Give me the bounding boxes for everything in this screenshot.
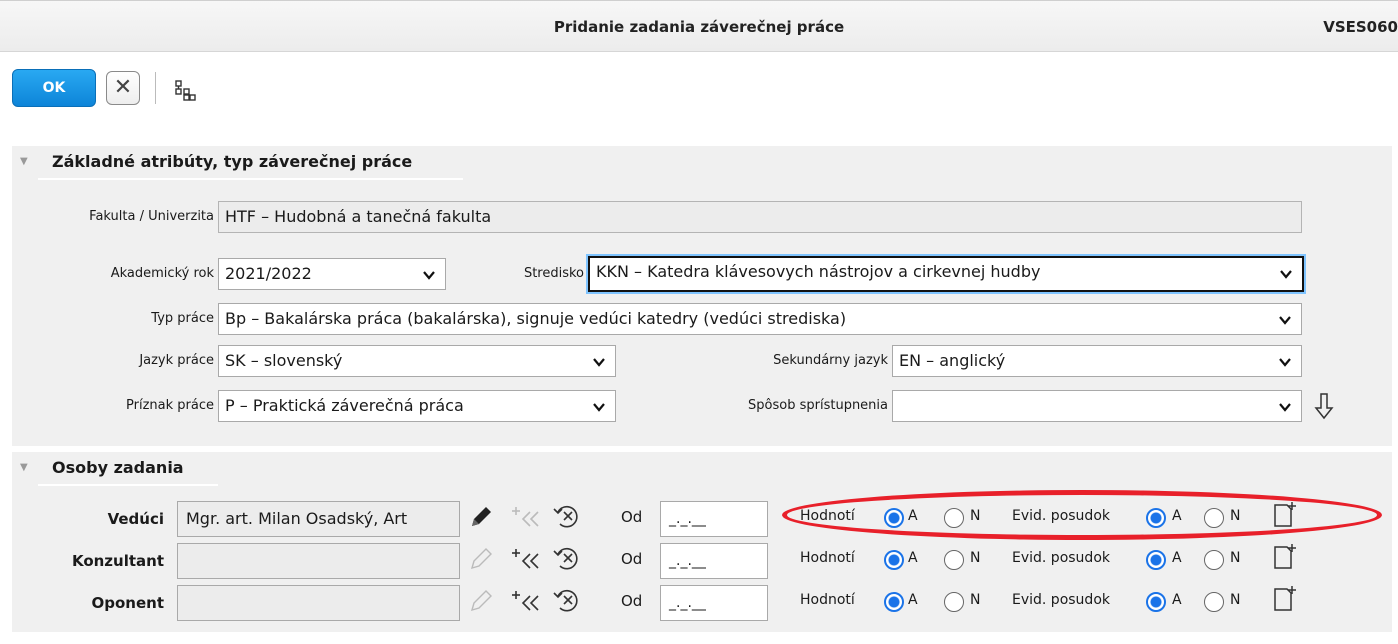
section-title-underline (38, 178, 463, 180)
evid-label: Evid. posudok (1012, 592, 1110, 608)
section-title: Základné atribúty, typ záverečnej práce (52, 152, 413, 171)
new-document-icon[interactable] (1270, 542, 1300, 572)
chevron-down-icon (1279, 316, 1291, 325)
oponent-label: Oponent (91, 594, 165, 612)
radio-label-n: N (970, 550, 981, 566)
section-title-underline (38, 484, 218, 486)
pencil-edit-icon[interactable] (468, 504, 494, 530)
ok-button[interactable]: OK (12, 69, 96, 107)
section-basic-attributes: ▼ Základné atribúty, typ záverečnej prác… (12, 146, 1392, 446)
pencil-edit-icon[interactable] (468, 588, 494, 614)
hodnoti-label: Hodnotí (800, 592, 855, 608)
radio-label-n: N (970, 592, 981, 608)
arrow-down-icon[interactable] (1314, 392, 1334, 420)
radio-label-a: A (908, 550, 918, 566)
typ-select[interactable]: Bp – Bakalárska práca (bakalárska), sign… (218, 303, 1302, 335)
radio-label-a: A (1172, 550, 1182, 566)
hodnoti-label: Hodnotí (800, 550, 855, 566)
od-date-input[interactable]: _._.__ (660, 585, 768, 621)
fakulta-label: Fakulta / Univerzita (89, 209, 214, 224)
chevron-down-icon (1280, 270, 1292, 279)
stredisko-select[interactable]: KKN – Katedra klávesovych nástrojov a ci… (588, 256, 1304, 292)
add-back-icon[interactable] (510, 546, 544, 572)
pencil-edit-icon[interactable] (468, 546, 494, 572)
od-label: Od (621, 550, 643, 568)
rok-label: Akademický rok (110, 266, 214, 281)
hodnoti-radio-n[interactable] (944, 592, 964, 612)
remove-undo-icon[interactable] (552, 502, 582, 530)
evid-label: Evid. posudok (1012, 550, 1110, 566)
window-code: VSES060 (1323, 18, 1398, 36)
priznak-select[interactable]: P – Praktická záverečná práca (218, 390, 616, 422)
sposob-select[interactable] (892, 390, 1302, 422)
highlight-ellipse (782, 490, 1382, 540)
typ-label: Typ práce (151, 311, 214, 326)
radio-label-a: A (1172, 592, 1182, 608)
stredisko-value: KKN – Katedra klávesovych nástrojov a ci… (596, 262, 1041, 281)
collapse-triangle-icon[interactable]: ▼ (20, 462, 28, 473)
evid-radio-a[interactable] (1146, 550, 1166, 570)
rok-select[interactable]: 2021/2022 (218, 258, 446, 290)
oponent-field (177, 585, 460, 621)
od-label: Od (621, 592, 643, 610)
remove-undo-icon[interactable] (552, 586, 582, 614)
toolbar-separator (155, 72, 156, 104)
remove-undo-icon[interactable] (552, 544, 582, 572)
chevron-down-icon (1279, 358, 1291, 367)
radio-label-a: A (908, 592, 918, 608)
hodnoti-radio-a[interactable] (884, 550, 904, 570)
fakulta-field: HTF – Hudobná a tanečná fakulta (218, 201, 1302, 233)
chevron-down-icon (593, 358, 605, 367)
hodnoti-radio-a[interactable] (884, 592, 904, 612)
section-title: Osoby zadania (52, 458, 184, 477)
radio-label-n: N (1230, 550, 1241, 566)
title-bar: Pridanie zadania záverečnej práce VSES06… (0, 0, 1398, 52)
jazyk-select[interactable]: SK – slovenský (218, 345, 616, 377)
rok-value: 2021/2022 (225, 264, 312, 283)
od-date-input[interactable]: _._.__ (660, 543, 768, 579)
chevron-down-icon (1279, 403, 1291, 412)
konzultant-field (177, 543, 460, 579)
evid-radio-n[interactable] (1204, 592, 1224, 612)
new-document-icon[interactable] (1270, 584, 1300, 614)
sek-jazyk-select[interactable]: EN – anglický (892, 345, 1302, 377)
chevron-down-icon (593, 403, 605, 412)
evid-radio-a[interactable] (1146, 592, 1166, 612)
sek-jazyk-value: EN – anglický (899, 351, 1006, 370)
add-back-icon[interactable] (510, 588, 544, 614)
chevron-down-icon (423, 271, 435, 280)
konzultant-label: Konzultant (71, 552, 164, 570)
hodnoti-radio-n[interactable] (944, 550, 964, 570)
collapse-triangle-icon[interactable]: ▼ (20, 156, 28, 167)
priznak-label: Príznak práce (126, 398, 214, 413)
close-button[interactable]: ✕ (106, 71, 140, 105)
priznak-value: P – Praktická záverečná práca (225, 396, 464, 415)
add-back-icon[interactable] (510, 504, 544, 530)
evid-radio-n[interactable] (1204, 550, 1224, 570)
od-date-input[interactable]: _._.__ (660, 501, 768, 537)
radio-label-n: N (1230, 592, 1241, 608)
veduci-label: Vedúci (107, 510, 164, 528)
tree-structure-icon[interactable] (174, 79, 196, 101)
jazyk-label: Jazyk práce (139, 353, 214, 368)
window-title: Pridanie zadania záverečnej práce (553, 18, 845, 36)
sek-jazyk-label: Sekundárny jazyk (773, 353, 888, 368)
jazyk-value: SK – slovenský (225, 351, 343, 370)
od-label: Od (621, 508, 643, 526)
toolbar: OK ✕ (0, 52, 1398, 124)
stredisko-label: Stredisko (523, 266, 584, 281)
typ-value: Bp – Bakalárska práca (bakalárska), sign… (225, 309, 847, 328)
veduci-field: Mgr. art. Milan Osadský, Art (177, 501, 460, 537)
sposob-label: Spôsob sprístupnenia (748, 398, 888, 413)
